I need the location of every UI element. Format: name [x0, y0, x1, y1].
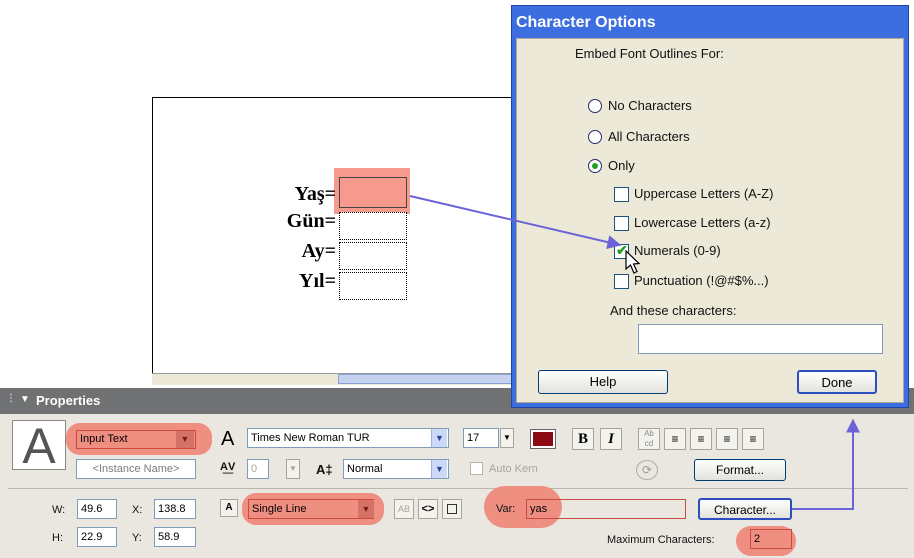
- arrow-yas-to-numerals: [409, 195, 622, 249]
- arrow-character-to-dialog: [792, 418, 860, 510]
- annotation-arrows: [409, 195, 860, 510]
